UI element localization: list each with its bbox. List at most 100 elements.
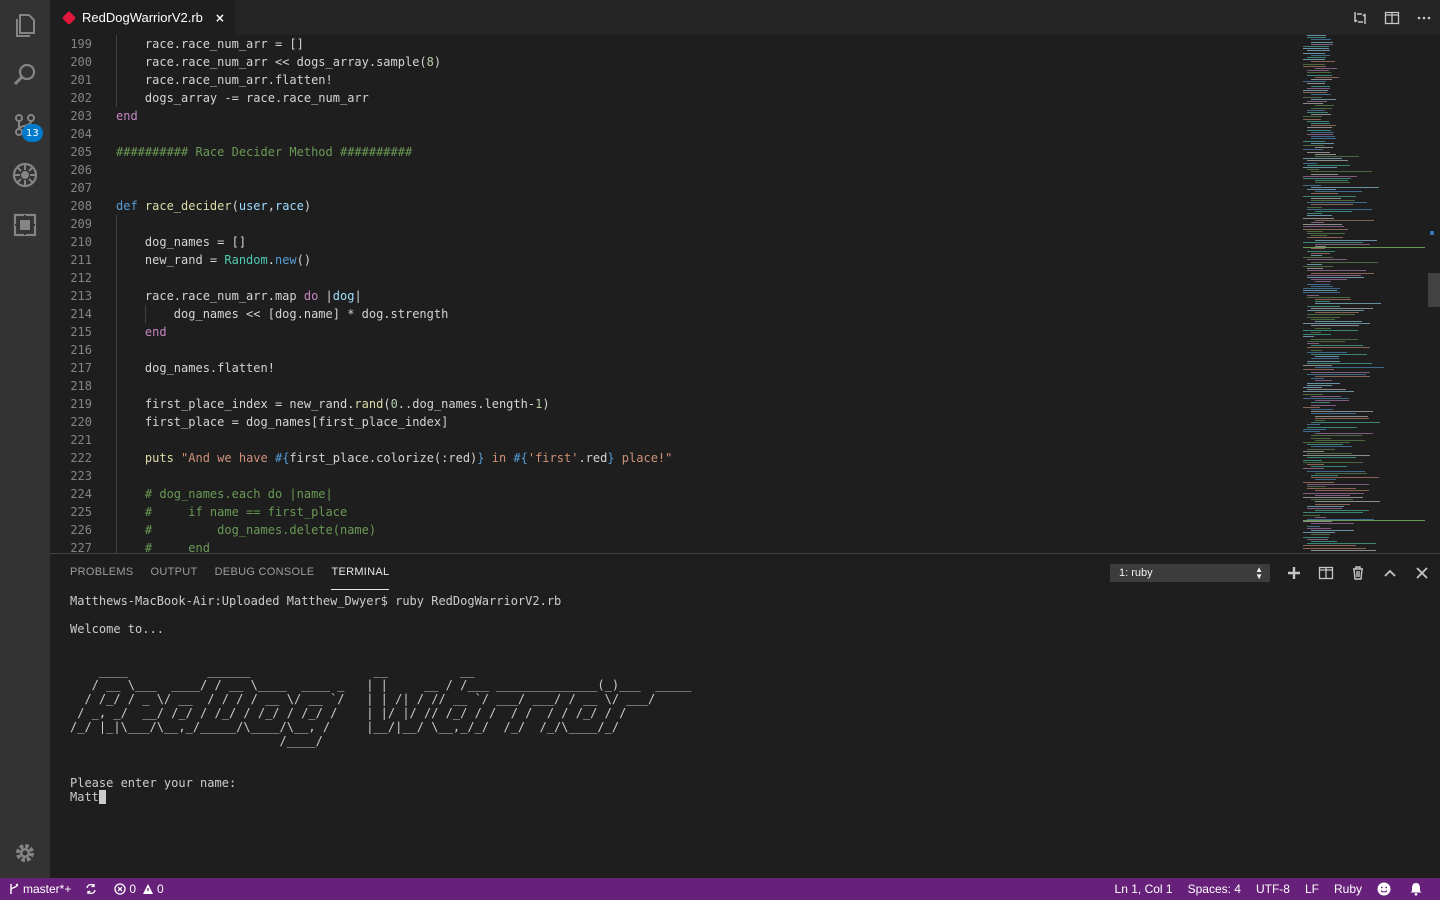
tab-reddogwarriorv2[interactable]: RedDogWarriorV2.rb × xyxy=(50,0,235,35)
indentation[interactable]: Spaces: 4 xyxy=(1188,882,1241,896)
open-changes-icon[interactable] xyxy=(1344,0,1376,35)
notifications-bell-icon[interactable] xyxy=(1409,882,1426,896)
minimap[interactable] xyxy=(1303,35,1428,553)
code-line[interactable]: first_place_index = new_rand.rand(0..dog… xyxy=(116,395,672,413)
branch-indicator[interactable]: master*+ xyxy=(8,882,71,896)
minimap-line xyxy=(1307,109,1326,111)
minimap-line xyxy=(1307,314,1355,316)
code-line[interactable]: # end xyxy=(116,539,672,553)
line-number: 203 xyxy=(70,109,92,123)
minimap-line xyxy=(1307,340,1346,342)
debug-icon[interactable] xyxy=(0,150,50,200)
code-line[interactable]: dogs_array -= race.race_num_arr xyxy=(116,89,672,107)
code-line[interactable]: dog_names << [dog.name] * dog.strength xyxy=(116,305,672,323)
code-line[interactable]: race.race_num_arr.flatten! xyxy=(116,71,672,89)
code-line[interactable]: first_place = dog_names[first_place_inde… xyxy=(116,413,672,431)
close-icon[interactable]: × xyxy=(215,11,225,25)
line-number: 205 xyxy=(70,145,92,159)
minimap-line xyxy=(1307,112,1328,113)
code-token: ..dog_names.length- xyxy=(397,397,536,411)
terminal-select[interactable]: 1: ruby ▲ ▼ xyxy=(1110,564,1270,582)
line-number: 215 xyxy=(70,325,92,339)
search-icon[interactable] xyxy=(0,50,50,100)
code-token: first_place.colorize(:red) xyxy=(289,451,478,465)
maximize-panel-icon[interactable] xyxy=(1374,562,1406,584)
end-of-line[interactable]: LF xyxy=(1305,882,1319,896)
code-token: dog_names = [] xyxy=(116,235,247,249)
code-line[interactable] xyxy=(116,467,672,485)
ruby-file-icon xyxy=(61,10,77,25)
code-line[interactable]: end xyxy=(116,323,672,341)
minimap-line xyxy=(1303,178,1351,179)
code-line[interactable] xyxy=(116,431,672,449)
tab-problems[interactable]: PROBLEMS xyxy=(70,554,134,590)
editor-scrollbar[interactable] xyxy=(1428,35,1440,553)
minimap-line xyxy=(1307,424,1321,426)
tab-debug-console[interactable]: DEBUG CONSOLE xyxy=(215,554,315,590)
minimap-line xyxy=(1303,217,1335,219)
code-line[interactable]: dog_names.flatten! xyxy=(116,359,672,377)
code-line[interactable] xyxy=(116,341,672,359)
gear-icon[interactable] xyxy=(0,828,50,878)
minimap-line xyxy=(1307,343,1319,344)
explorer-icon[interactable] xyxy=(0,0,50,50)
line-number: 212 xyxy=(70,271,92,285)
code-line[interactable]: # if name == first_place xyxy=(116,503,672,521)
tab-output[interactable]: OUTPUT xyxy=(151,554,198,590)
minimap-line xyxy=(1311,61,1336,63)
terminal-line: / _, _/ __/ /_/ / /_/ / /_/ / /_/ / | |/… xyxy=(70,706,627,720)
more-actions-icon[interactable] xyxy=(1408,0,1440,35)
cursor-position[interactable]: Ln 1, Col 1 xyxy=(1115,882,1173,896)
problems-indicator[interactable]: 0 0 xyxy=(114,882,164,896)
minimap-line xyxy=(1303,532,1336,534)
encoding[interactable]: UTF-8 xyxy=(1256,882,1290,896)
code-line[interactable]: # dog_names.each do |name| xyxy=(116,485,672,503)
minimap-line xyxy=(1303,167,1338,168)
code-token: } xyxy=(477,451,485,465)
feedback-smiley-icon[interactable] xyxy=(1377,882,1394,896)
line-number-gutter: 199 200 201 202 203 204 205 206 207 208 209 210 211 2… xyxy=(50,35,92,553)
code-line[interactable] xyxy=(116,215,672,233)
scroll-thumb[interactable] xyxy=(1428,273,1440,307)
code-token: dog xyxy=(332,289,355,303)
language-mode[interactable]: Ruby xyxy=(1334,882,1362,896)
minimap-line xyxy=(1307,470,1366,472)
line-number: 214 xyxy=(70,307,92,321)
code-line[interactable]: puts "And we have #{first_place.colorize… xyxy=(116,449,672,467)
code-line[interactable]: ########## Race Decider Method #########… xyxy=(116,143,672,161)
line-number: 213 xyxy=(70,289,92,303)
split-editor-icon[interactable] xyxy=(1376,0,1408,35)
minimap-line xyxy=(1315,191,1363,193)
code-line[interactable] xyxy=(116,269,672,287)
code-token: dog_names.flatten! xyxy=(116,361,275,375)
minimap-line xyxy=(1315,376,1370,377)
code-line[interactable]: race.race_num_arr.map do |dog| xyxy=(116,287,672,305)
code-line[interactable]: new_rand = Random.new() xyxy=(116,251,672,269)
terminal-output[interactable]: Matthews-MacBook-Air:Uploaded Matthew_Dw… xyxy=(70,594,691,804)
code-line[interactable] xyxy=(116,125,672,143)
code-line[interactable]: dog_names = [] xyxy=(116,233,672,251)
code-content[interactable]: race.race_num_arr = [] race.race_num_arr… xyxy=(116,35,672,553)
sync-button[interactable] xyxy=(85,883,100,895)
code-line[interactable] xyxy=(116,161,672,179)
code-line[interactable]: def race_decider(user,race) xyxy=(116,197,672,215)
split-terminal-icon[interactable] xyxy=(1310,562,1342,584)
tab-terminal[interactable]: TERMINAL xyxy=(331,564,390,590)
line-number: 224 xyxy=(70,487,92,501)
minimap-line xyxy=(1311,318,1336,320)
code-line[interactable] xyxy=(116,377,672,395)
minimap-line xyxy=(1311,541,1338,542)
code-line[interactable]: race.race_num_arr << dogs_array.sample(8… xyxy=(116,53,672,71)
minimap-line xyxy=(1303,292,1341,294)
trash-icon[interactable] xyxy=(1342,562,1374,584)
code-line[interactable] xyxy=(116,179,672,197)
code-line[interactable]: race.race_num_arr = [] xyxy=(116,35,672,53)
code-line[interactable]: # dog_names.delete(name) xyxy=(116,521,672,539)
close-panel-icon[interactable] xyxy=(1406,562,1438,584)
new-terminal-icon[interactable] xyxy=(1278,562,1310,584)
code-line[interactable]: end xyxy=(116,107,672,125)
extensions-icon[interactable] xyxy=(0,200,50,250)
code-editor[interactable]: 199 200 201 202 203 204 205 206 207 208 209 210 211 2… xyxy=(50,35,1440,553)
scm-count-badge: 13 xyxy=(22,124,43,142)
terminal-input-line[interactable]: Matt xyxy=(70,790,691,804)
